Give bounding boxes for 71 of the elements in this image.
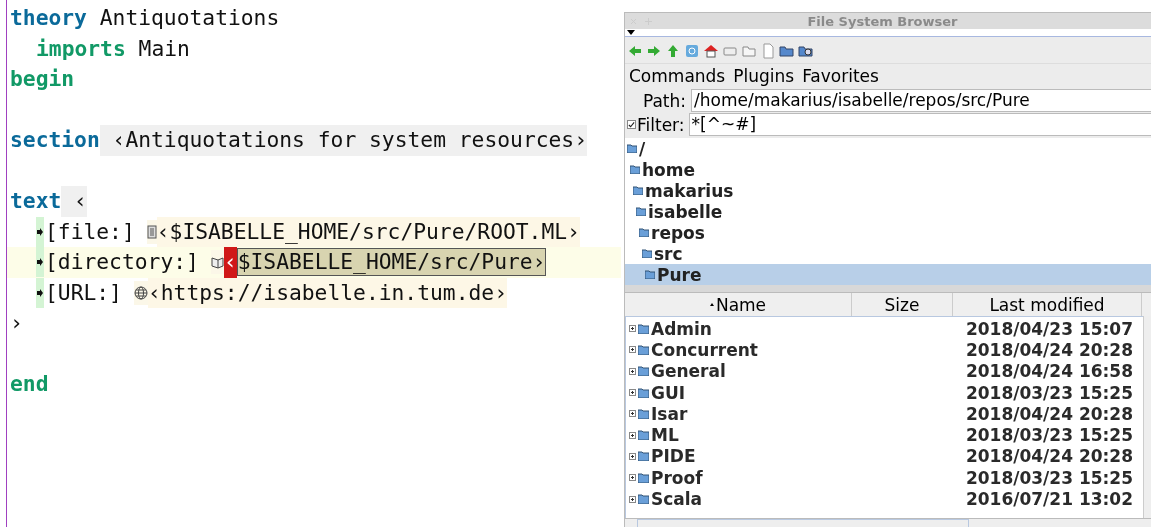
keyword: imports: [35, 34, 126, 63]
file-name[interactable]: GUI: [651, 382, 686, 403]
menu-item[interactable]: Favorites: [802, 66, 879, 86]
tree-item[interactable]: /: [625, 138, 1151, 159]
modified-date: 2018/03/23 15:25: [964, 382, 1134, 403]
expand-icon[interactable]: [629, 389, 636, 397]
command-keyword: theory: [10, 4, 87, 32]
code-text: ›: [10, 309, 23, 337]
modified-date: 2018/04/24 20:28: [964, 339, 1134, 360]
code-text: Antiquotations: [98, 4, 280, 32]
filter-checkbox[interactable]: [627, 120, 636, 129]
file-name[interactable]: Admin: [651, 318, 712, 339]
keyword: begin: [10, 65, 75, 93]
filter-combo-box[interactable]: *[^~#]: [688, 113, 1151, 136]
window-title: File System Browser: [806, 13, 959, 29]
back-arrow-icon[interactable]: [627, 43, 643, 59]
forward-arrow-icon[interactable]: [646, 43, 662, 59]
expand-icon[interactable]: [629, 431, 636, 439]
modified-date: 2016/07/21 13:02: [964, 489, 1134, 509]
tree-item[interactable]: Pure: [625, 264, 1151, 285]
file-name[interactable]: Scala: [651, 489, 703, 509]
modified-date: 2018/04/23 15:07: [964, 318, 1134, 339]
antiquote-label: [file:]: [45, 217, 135, 246]
document-icon: [146, 219, 157, 244]
modified-date: 2018/04/24 16:58: [964, 361, 1134, 382]
code-text: Main: [137, 34, 190, 63]
new-folder-icon[interactable]: [779, 43, 795, 59]
globe-icon: [133, 280, 148, 305]
modified-date: 2018/04/24 20:28: [964, 403, 1134, 424]
file-name[interactable]: General: [651, 361, 726, 382]
filter-label: Filter:: [637, 114, 686, 135]
expand-icon[interactable]: [629, 346, 636, 354]
expand-icon[interactable]: [629, 367, 636, 375]
tree-item[interactable]: repos: [625, 222, 1151, 243]
horizontal-scrollbar[interactable]: [625, 518, 1151, 527]
expand-icon[interactable]: [629, 452, 636, 460]
up-arrow-icon[interactable]: [665, 43, 681, 59]
path-text: ‹$ISABELLE_HOME/src/Pure/ROOT.ML›: [156, 216, 580, 247]
search-folder-icon[interactable]: [798, 43, 814, 59]
path-text: ‹https://isabelle.in.tum.de›: [147, 277, 507, 308]
command-keyword: section: [10, 126, 100, 154]
antiquote-label: [directory:]: [45, 248, 199, 276]
modified-date: 2018/03/23 15:25: [964, 467, 1134, 488]
cartouche-text: ‹: [61, 186, 87, 217]
expand-icon[interactable]: [629, 474, 636, 482]
sort-arrow-icon: [709, 303, 714, 306]
dropdown-triangle-icon[interactable]: [627, 30, 635, 35]
path-combo-box[interactable]: /home/makarius/isabelle/repos/src/Pure: [691, 89, 1151, 112]
home-icon[interactable]: [703, 43, 719, 59]
menu-item[interactable]: Commands: [629, 66, 726, 86]
file-name[interactable]: ML: [651, 425, 679, 446]
file-name[interactable]: Proof: [651, 467, 703, 488]
cartouche-text: ‹Antiquotations for system resources›: [99, 125, 587, 156]
menu-item[interactable]: Plugins: [733, 66, 795, 86]
expand-icon[interactable]: [629, 410, 636, 418]
modified-date: 2018/04/24 20:28: [964, 446, 1134, 467]
command-keyword: text: [10, 187, 62, 215]
tree-item[interactable]: isabelle: [625, 201, 1151, 222]
modified-date: 2018/03/23 15:25: [964, 425, 1134, 446]
tree-item[interactable]: src: [625, 243, 1151, 264]
path-label: Path:: [641, 90, 687, 111]
file-name[interactable]: Isar: [651, 403, 688, 424]
expand-icon[interactable]: [629, 325, 636, 333]
antiquote-label: [URL:]: [45, 278, 122, 307]
file-name[interactable]: Concurrent: [651, 339, 758, 360]
keyword: end: [10, 370, 49, 398]
file-name[interactable]: PIDE: [651, 446, 696, 467]
expand-icon[interactable]: [629, 495, 636, 503]
tree-item[interactable]: makarius: [625, 180, 1151, 201]
selected-text: $ISABELLE_HOME/src/Pure›: [236, 248, 547, 277]
tree-item[interactable]: home: [625, 159, 1151, 180]
